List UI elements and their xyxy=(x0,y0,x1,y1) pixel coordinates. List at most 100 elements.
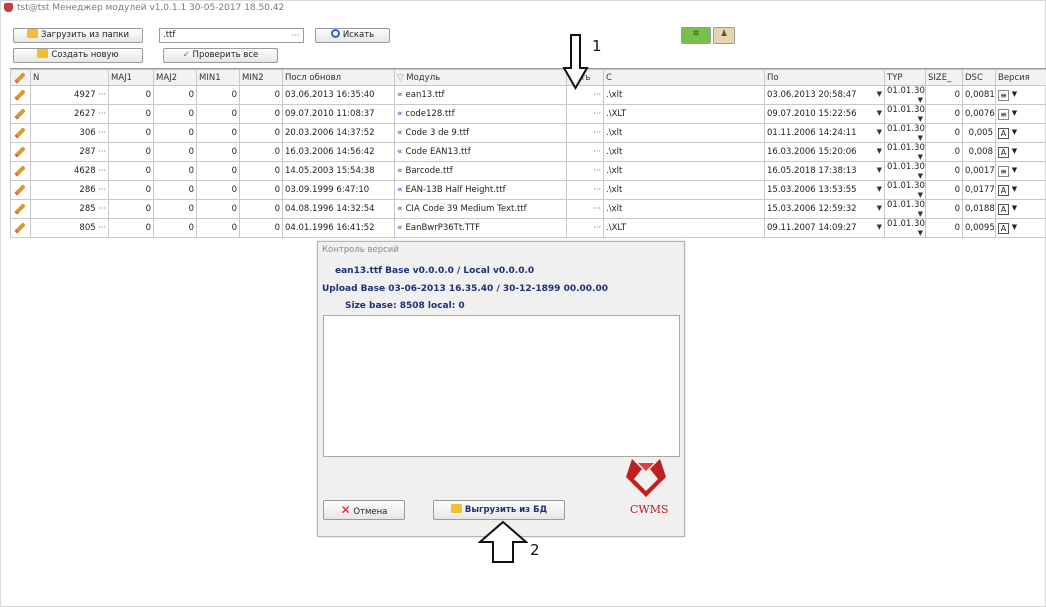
chevron-down-icon[interactable]: ▼ xyxy=(877,147,882,155)
dots-icon[interactable]: ··· xyxy=(98,166,106,175)
table-row[interactable]: 4927 ··· 0 0 0 0 03.06.2013 16:35:40 «ean13.tt… xyxy=(10,85,1046,105)
to-cell[interactable]: 01.01.3000▼ xyxy=(884,161,926,181)
from-cell[interactable]: 01.11.2006 14:24:11 ▼ xyxy=(764,123,885,143)
size-cell[interactable]: 0,005 xyxy=(962,123,996,143)
dots-icon[interactable]: ··· xyxy=(98,128,106,137)
chevron-down-icon[interactable]: ▼ xyxy=(1012,147,1017,155)
typ-cell[interactable]: 0 xyxy=(925,180,963,200)
module-dots-cell[interactable]: ··· xyxy=(566,142,604,162)
module-cell[interactable]: «code128.ttf xyxy=(394,104,567,124)
min2-cell[interactable]: 0 xyxy=(239,161,283,181)
min2-cell[interactable]: 0 xyxy=(239,218,283,238)
min2-cell[interactable]: 0 xyxy=(239,85,283,105)
typ-cell[interactable]: 0 xyxy=(925,123,963,143)
table-row[interactable]: 285 ··· 0 0 0 0 04.08.1996 14:32:54 «CIA Code … xyxy=(10,199,1046,219)
maj1-cell[interactable]: 0 xyxy=(108,199,154,219)
min2-cell[interactable]: 0 xyxy=(239,123,283,143)
column-header-to[interactable]: По xyxy=(764,69,885,86)
chevron-down-icon[interactable]: ▼ xyxy=(918,134,923,142)
refresh-button[interactable]: ✲ xyxy=(681,27,711,44)
dsc-cell[interactable]: ≡ ▼ xyxy=(995,85,1046,105)
column-header-updated[interactable]: Посл обновл xyxy=(282,69,395,86)
from-cell[interactable]: 09.07.2010 15:22:56 ▼ xyxy=(764,104,885,124)
maj2-cell[interactable]: 0 xyxy=(153,161,197,181)
updated-cell[interactable]: 03.06.2013 16:35:40 xyxy=(282,85,395,105)
chevron-down-icon[interactable]: ▼ xyxy=(877,166,882,174)
n-cell[interactable]: 285 ··· xyxy=(30,199,109,219)
n-cell[interactable]: 287 ··· xyxy=(30,142,109,162)
to-cell[interactable]: 01.01.3000▼ xyxy=(884,142,926,162)
to-cell[interactable]: 01.01.3000▼ xyxy=(884,199,926,219)
module-cell[interactable]: «CIA Code 39 Medium Text.ttf xyxy=(394,199,567,219)
maj1-cell[interactable]: 0 xyxy=(108,161,154,181)
size-cell[interactable]: 0,0188 xyxy=(962,199,996,219)
maj2-cell[interactable]: 0 xyxy=(153,104,197,124)
chevron-down-icon[interactable]: ▼ xyxy=(877,109,882,117)
create-new-button[interactable]: Создать новую xyxy=(13,48,143,63)
path-cell[interactable]: .\xlt xyxy=(603,180,765,200)
dots-icon[interactable]: ··· xyxy=(593,223,601,232)
path-cell[interactable]: .\xlt xyxy=(603,161,765,181)
maj1-cell[interactable]: 0 xyxy=(108,180,154,200)
size-cell[interactable]: 0,008 xyxy=(962,142,996,162)
table-row[interactable]: 287 ··· 0 0 0 0 16.03.2006 14:56:42 «Code EAN1… xyxy=(10,142,1046,162)
users-button[interactable]: ♟ xyxy=(713,27,735,44)
column-header-min1[interactable]: MIN1 xyxy=(196,69,240,86)
typ-cell[interactable]: 0 xyxy=(925,218,963,238)
load-from-folder-button[interactable]: Загрузить из папки xyxy=(13,28,143,43)
maj2-cell[interactable]: 0 xyxy=(153,180,197,200)
dots-icon[interactable]: ··· xyxy=(593,90,601,99)
size-cell[interactable]: 0,0095 xyxy=(962,218,996,238)
column-header-min2[interactable]: MIN2 xyxy=(239,69,283,86)
edit-cell[interactable] xyxy=(10,123,31,143)
updated-cell[interactable]: 09.07.2010 11:08:37 xyxy=(282,104,395,124)
min2-cell[interactable]: 0 xyxy=(239,142,283,162)
column-header-dsc[interactable]: DSC xyxy=(962,69,996,86)
chevron-down-icon[interactable]: ▼ xyxy=(1012,128,1017,136)
min1-cell[interactable]: 0 xyxy=(196,142,240,162)
module-cell[interactable]: «Barcode.ttf xyxy=(394,161,567,181)
file-mask-input[interactable]: .ttf ··· xyxy=(159,28,304,43)
chevron-down-icon[interactable]: ▼ xyxy=(918,172,923,180)
module-cell[interactable]: «Code EAN13.ttf xyxy=(394,142,567,162)
table-row[interactable]: 4628 ··· 0 0 0 0 14.05.2003 15:54:38 «Barcode.… xyxy=(10,161,1046,181)
updated-cell[interactable]: 04.08.1996 14:32:54 xyxy=(282,199,395,219)
dialog-log-memo[interactable] xyxy=(323,315,680,457)
n-cell[interactable]: 306 ··· xyxy=(30,123,109,143)
maj2-cell[interactable]: 0 xyxy=(153,218,197,238)
module-cell[interactable]: «Code 3 de 9.ttf xyxy=(394,123,567,143)
module-dots-cell[interactable]: ··· xyxy=(566,104,604,124)
to-cell[interactable]: 01.01.3000▼ xyxy=(884,85,926,105)
path-cell[interactable]: .\xlt xyxy=(603,85,765,105)
path-cell[interactable]: .\XLT xyxy=(603,218,765,238)
maj2-cell[interactable]: 0 xyxy=(153,123,197,143)
n-cell[interactable]: 4628 ··· xyxy=(30,161,109,181)
dsc-cell[interactable]: A ▼ xyxy=(995,180,1046,200)
from-cell[interactable]: 15.03.2006 12:59:32 ▼ xyxy=(764,199,885,219)
from-cell[interactable]: 03.06.2013 20:58:47 ▼ xyxy=(764,85,885,105)
edit-cell[interactable] xyxy=(10,218,31,238)
chevron-down-icon[interactable]: ▼ xyxy=(1012,204,1017,212)
min1-cell[interactable]: 0 xyxy=(196,180,240,200)
updated-cell[interactable]: 20.03.2006 14:37:52 xyxy=(282,123,395,143)
module-cell[interactable]: «ean13.ttf xyxy=(394,85,567,105)
n-cell[interactable]: 286 ··· xyxy=(30,180,109,200)
dots-icon[interactable]: ··· xyxy=(593,204,601,213)
chevron-down-icon[interactable]: ▼ xyxy=(877,185,882,193)
min2-cell[interactable]: 0 xyxy=(239,104,283,124)
maj1-cell[interactable]: 0 xyxy=(108,142,154,162)
typ-cell[interactable]: 0 xyxy=(925,142,963,162)
dots-icon[interactable]: ··· xyxy=(98,147,106,156)
dots-icon[interactable]: ··· xyxy=(593,147,601,156)
updated-cell[interactable]: 16.03.2006 14:56:42 xyxy=(282,142,395,162)
chevron-down-icon[interactable]: ▼ xyxy=(918,210,923,218)
edit-cell[interactable] xyxy=(10,161,31,181)
size-cell[interactable]: 0,0076 xyxy=(962,104,996,124)
maj1-cell[interactable]: 0 xyxy=(108,104,154,124)
dsc-cell[interactable]: A ▼ xyxy=(995,142,1046,162)
typ-cell[interactable]: 0 xyxy=(925,199,963,219)
browse-dots-icon[interactable]: ··· xyxy=(291,29,299,42)
min1-cell[interactable]: 0 xyxy=(196,199,240,219)
n-cell[interactable]: 2627 ··· xyxy=(30,104,109,124)
edit-cell[interactable] xyxy=(10,85,31,105)
